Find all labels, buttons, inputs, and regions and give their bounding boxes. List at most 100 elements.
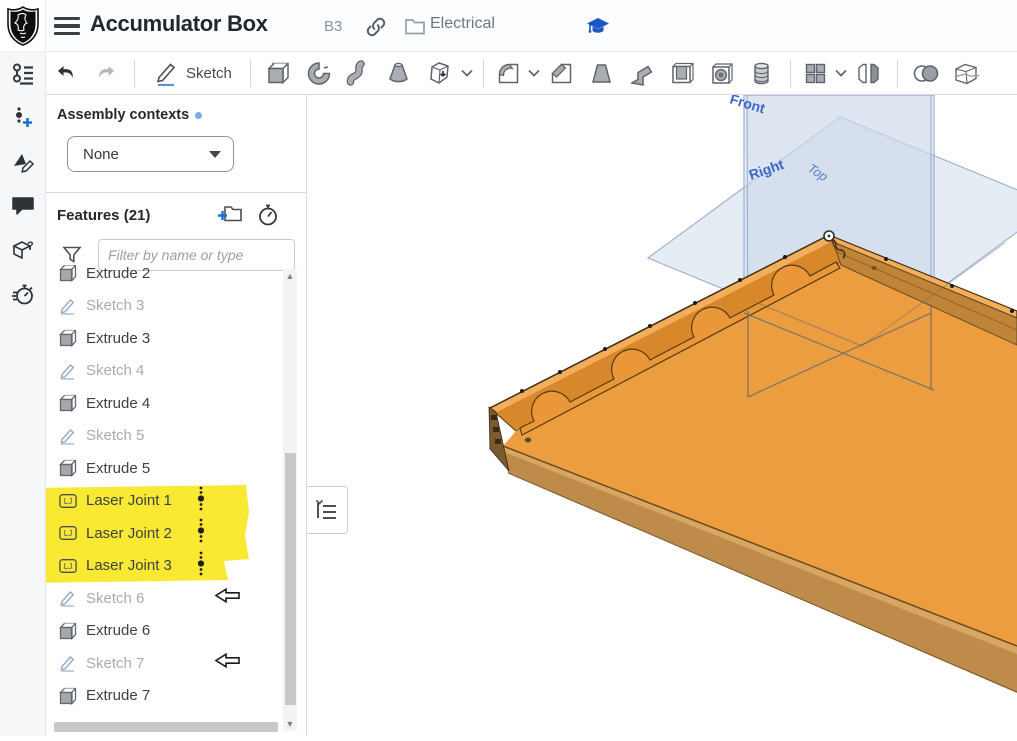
feature-row-sketch-4[interactable]: Sketch 4 xyxy=(46,355,282,388)
feature-label: Extrude 5 xyxy=(86,460,150,477)
feature-row-extrude-5[interactable]: Extrude 5 xyxy=(46,452,282,485)
svg-text:LJ: LJ xyxy=(64,497,73,506)
app-logo[interactable] xyxy=(0,0,46,51)
mount-hole xyxy=(871,266,876,270)
feature-list-scrollbar[interactable]: ▲ ▼ xyxy=(283,269,297,731)
collapse-list-icon xyxy=(315,498,339,522)
feature-row-sketch-3[interactable]: Sketch 3 xyxy=(46,290,282,323)
version-badge[interactable]: B3 xyxy=(324,18,342,35)
sketch-icon xyxy=(59,297,77,315)
feature-label: Sketch 6 xyxy=(86,590,144,607)
graduation-cap-icon[interactable] xyxy=(585,14,611,43)
project-name[interactable]: Electrical xyxy=(430,15,495,33)
hole-button[interactable] xyxy=(702,55,742,91)
sketch-pencil-icon xyxy=(153,60,179,86)
feature-label: Sketch 7 xyxy=(86,655,144,672)
split-button[interactable] xyxy=(946,55,986,91)
rib-button[interactable] xyxy=(622,55,662,91)
laser-joint-icon: LJ xyxy=(59,492,77,510)
feature-label: Extrude 2 xyxy=(86,265,150,282)
part-question-icon[interactable]: ? xyxy=(0,228,46,272)
feature-row-laser-joint-1[interactable]: LJ Laser Joint 1 xyxy=(46,485,282,518)
configurations-icon[interactable] xyxy=(0,96,46,140)
laser-joint-icon: LJ xyxy=(59,524,77,542)
assembly-contexts-dropdown[interactable]: None xyxy=(67,136,234,172)
revolve-button[interactable] xyxy=(299,55,339,91)
extrude-icon xyxy=(59,394,77,412)
thicken-button[interactable] xyxy=(419,55,459,91)
extrude-icon xyxy=(59,459,77,477)
toolbar-separator xyxy=(134,59,135,87)
release-pencil-icon[interactable] xyxy=(0,140,46,184)
feature-label: Sketch 4 xyxy=(86,362,144,379)
overflow-dots-icon[interactable] xyxy=(197,550,205,581)
feature-list-icon[interactable] xyxy=(0,52,46,96)
feature-row-extrude-2[interactable]: Extrude 2 xyxy=(46,265,282,290)
svg-text:LJ: LJ xyxy=(64,562,73,571)
laser-joint-icon: LJ xyxy=(59,557,77,575)
pattern-dropdown-chevron[interactable] xyxy=(833,55,849,91)
3d-viewport[interactable]: Front Right Top xyxy=(307,95,1017,736)
feature-row-laser-joint-3[interactable]: LJ Laser Joint 3 xyxy=(46,550,282,583)
shell-button[interactable] xyxy=(662,55,702,91)
toolbar-separator xyxy=(250,59,251,87)
feature-row-sketch-6[interactable]: Sketch 6 xyxy=(46,582,282,615)
hamburger-menu-icon[interactable] xyxy=(54,15,80,37)
scroll-down-arrow[interactable]: ▼ xyxy=(283,717,297,731)
status-dot xyxy=(195,112,202,119)
feature-row-extrude-7[interactable]: Extrude 7 xyxy=(46,680,282,713)
mirror-button[interactable] xyxy=(849,55,889,91)
title-bar: Accumulator Box B3 Electrical xyxy=(0,0,1017,52)
link-icon[interactable] xyxy=(364,15,388,44)
thread-button[interactable] xyxy=(742,55,782,91)
feature-label: Extrude 4 xyxy=(86,395,150,412)
rollback-bar[interactable] xyxy=(54,722,278,732)
redo-button[interactable] xyxy=(86,55,126,91)
feature-panel: Assembly contexts None Features (21) Ext… xyxy=(46,95,307,736)
stopwatch-icon[interactable] xyxy=(256,203,280,232)
feature-row-extrude-4[interactable]: Extrude 4 xyxy=(46,387,282,420)
external-reference-arrow-icon[interactable] xyxy=(214,653,240,673)
undo-button[interactable] xyxy=(46,55,86,91)
draft-button[interactable] xyxy=(582,55,622,91)
svg-text:LJ: LJ xyxy=(64,529,73,538)
sweep-button[interactable] xyxy=(339,55,379,91)
part-accumulator-box[interactable] xyxy=(489,231,1017,693)
origin-point[interactable] xyxy=(824,231,834,241)
history-stopwatch-icon[interactable] xyxy=(0,272,46,316)
comments-icon[interactable] xyxy=(0,184,46,228)
feature-row-extrude-3[interactable]: Extrude 3 xyxy=(46,322,282,355)
overflow-dots-icon[interactable] xyxy=(197,485,205,516)
feature-row-sketch-5[interactable]: Sketch 5 xyxy=(46,420,282,453)
feature-row-laser-joint-2[interactable]: LJ Laser Joint 2 xyxy=(46,517,282,550)
thicken-dropdown-chevron[interactable] xyxy=(459,55,475,91)
extrude-icon xyxy=(59,687,77,705)
overflow-dots-icon[interactable] xyxy=(197,518,205,549)
extrude-button[interactable] xyxy=(259,55,299,91)
left-rail: ? xyxy=(0,52,46,736)
boolean-button[interactable] xyxy=(906,55,946,91)
folder-icon xyxy=(404,16,426,41)
chamfer-button[interactable] xyxy=(542,55,582,91)
add-folder-icon[interactable] xyxy=(218,203,243,230)
sketch-button[interactable]: Sketch xyxy=(143,55,242,91)
fillet-button[interactable] xyxy=(492,55,526,91)
feature-row-sketch-7[interactable]: Sketch 7 xyxy=(46,647,282,680)
panel-collapse-tab[interactable] xyxy=(307,486,348,534)
loft-button[interactable] xyxy=(379,55,419,91)
assembly-contexts-label: Assembly contexts xyxy=(57,107,202,123)
feature-list: Extrude 2 Sketch 3 Extrude 3 Sketch 4 Ex… xyxy=(46,265,282,717)
scroll-up-arrow[interactable]: ▲ xyxy=(283,269,297,283)
feature-row-extrude-6[interactable]: Extrude 6 xyxy=(46,615,282,648)
sketch-icon xyxy=(59,427,77,445)
scrollbar-thumb[interactable] xyxy=(285,453,296,705)
external-reference-arrow-icon[interactable] xyxy=(214,588,240,608)
app-logo-icon xyxy=(6,6,40,46)
linear-pattern-button[interactable] xyxy=(799,55,833,91)
toolbar-separator xyxy=(790,59,791,87)
sketch-icon xyxy=(59,362,77,380)
fillet-dropdown-chevron[interactable] xyxy=(526,55,542,91)
document-title: Accumulator Box xyxy=(90,11,268,37)
extrude-icon xyxy=(59,265,77,282)
toolbar-separator xyxy=(483,59,484,87)
